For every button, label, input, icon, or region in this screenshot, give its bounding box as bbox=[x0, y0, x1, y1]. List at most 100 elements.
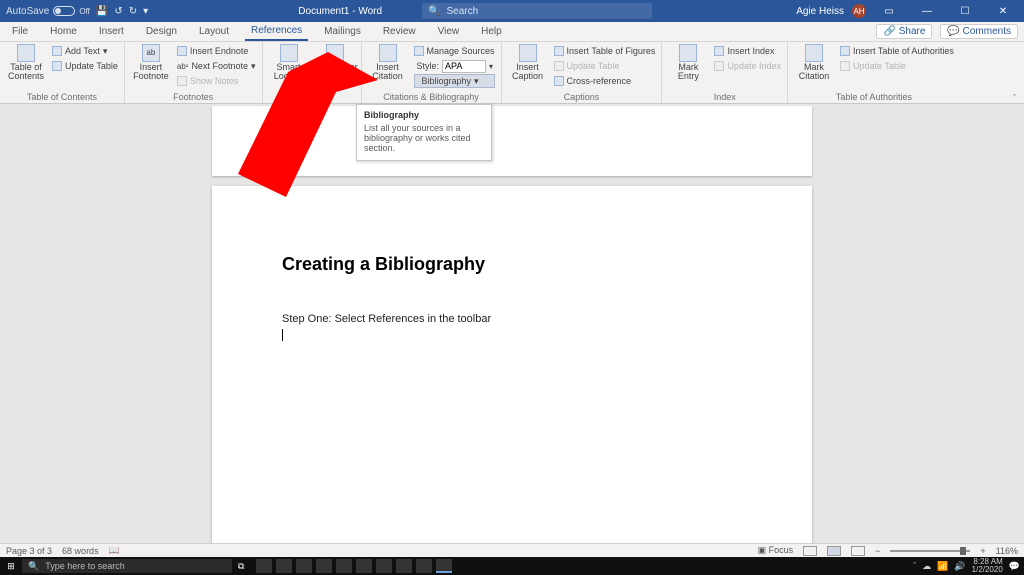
toc-icon bbox=[17, 44, 35, 62]
redo-icon[interactable]: ↻ bbox=[129, 6, 137, 17]
update-authorities-button: Update Table bbox=[840, 59, 954, 73]
tray-cloud-icon[interactable]: ☁ bbox=[922, 561, 931, 572]
tab-view[interactable]: View bbox=[432, 23, 466, 40]
tab-design[interactable]: Design bbox=[140, 23, 183, 40]
document-canvas[interactable]: Creating a Bibliography Step One: Select… bbox=[0, 104, 1024, 545]
tray-volume-icon[interactable]: 🔊 bbox=[954, 561, 965, 572]
taskbar-apps bbox=[256, 559, 452, 573]
collapse-ribbon-icon[interactable]: ˆ bbox=[1005, 42, 1024, 103]
ribbon: Table of Contents Add Text ▾ Update Tabl… bbox=[0, 42, 1024, 104]
mark-entry-button[interactable]: Mark Entry bbox=[668, 44, 708, 82]
tab-home[interactable]: Home bbox=[44, 23, 83, 40]
word-count[interactable]: 68 words bbox=[62, 546, 99, 556]
autosave-toggle[interactable]: AutoSave Off bbox=[6, 6, 90, 17]
app-firefox-icon[interactable] bbox=[276, 559, 292, 573]
tab-help[interactable]: Help bbox=[475, 23, 508, 40]
dropdown-icon[interactable]: ▾ bbox=[489, 62, 493, 71]
group-label: Captions bbox=[508, 91, 656, 103]
manage-sources-button[interactable]: Manage Sources bbox=[414, 44, 495, 58]
refresh-icon bbox=[52, 61, 62, 71]
share-button[interactable]: 🔗 Share bbox=[876, 24, 932, 39]
tooltip-body: List all your sources in a bibliography … bbox=[364, 123, 484, 153]
tab-review[interactable]: Review bbox=[377, 23, 422, 40]
taskbar-search[interactable]: 🔍Type here to search bbox=[22, 559, 232, 573]
app-amazon-icon[interactable] bbox=[316, 559, 332, 573]
start-button[interactable]: ⊞ bbox=[0, 561, 22, 572]
notifications-icon[interactable]: 💬 bbox=[1009, 561, 1020, 572]
search-placeholder: Search bbox=[447, 6, 479, 17]
zoom-slider[interactable] bbox=[890, 550, 970, 552]
style-input[interactable] bbox=[442, 60, 486, 73]
minimize-icon[interactable]: — bbox=[912, 6, 942, 17]
endnote-icon bbox=[177, 46, 187, 56]
undo-icon[interactable]: ↺ bbox=[114, 6, 122, 17]
read-mode-icon[interactable] bbox=[803, 546, 817, 556]
close-icon[interactable]: ✕ bbox=[988, 6, 1018, 17]
zoom-in-icon[interactable]: + bbox=[980, 546, 985, 556]
app-dropbox-icon[interactable] bbox=[356, 559, 372, 573]
mark-citation-button[interactable]: Mark Citation bbox=[794, 44, 834, 82]
qat-more-icon[interactable]: ▾ bbox=[143, 6, 148, 17]
spellcheck-icon[interactable]: 📖 bbox=[109, 545, 120, 556]
instruction-arrow-icon bbox=[218, 52, 378, 202]
app-outlook-icon[interactable] bbox=[396, 559, 412, 573]
system-clock[interactable]: 8:28 AM1/2/2020 bbox=[972, 558, 1003, 574]
app-explorer-icon[interactable] bbox=[296, 559, 312, 573]
app-edge-icon[interactable] bbox=[256, 559, 272, 573]
search-icon: 🔍 bbox=[428, 6, 440, 17]
group-captions: Insert Caption Insert Table of Figures U… bbox=[502, 42, 663, 103]
autosave-switch-icon[interactable] bbox=[53, 6, 75, 16]
comments-button[interactable]: 💬 Comments bbox=[940, 24, 1018, 39]
page-indicator[interactable]: Page 3 of 3 bbox=[6, 546, 52, 556]
tab-insert[interactable]: Insert bbox=[93, 23, 130, 40]
insert-authorities-button[interactable]: Insert Table of Authorities bbox=[840, 44, 954, 58]
tab-layout[interactable]: Layout bbox=[193, 23, 235, 40]
tab-references[interactable]: References bbox=[245, 22, 308, 41]
app-chrome-icon[interactable] bbox=[416, 559, 432, 573]
sources-icon bbox=[414, 46, 424, 56]
cross-reference-button[interactable]: Cross-reference bbox=[554, 74, 656, 88]
document-title: Document1 - Word bbox=[298, 6, 382, 17]
insert-index-button[interactable]: Insert Index bbox=[714, 44, 781, 58]
ribbon-tabs: File Home Insert Design Layout Reference… bbox=[0, 22, 1024, 42]
ribbon-display-icon[interactable]: ▭ bbox=[874, 6, 904, 17]
add-text-button[interactable]: Add Text ▾ bbox=[52, 44, 118, 58]
tray-chevron-icon[interactable]: ˆ bbox=[913, 561, 916, 571]
notes-icon bbox=[177, 76, 187, 86]
zoom-level[interactable]: 116% bbox=[996, 546, 1018, 556]
table-of-contents-button[interactable]: Table of Contents bbox=[6, 44, 46, 82]
tab-file[interactable]: File bbox=[6, 23, 34, 40]
user-name[interactable]: Agie Heiss bbox=[796, 6, 844, 17]
zoom-out-icon[interactable]: − bbox=[875, 546, 880, 556]
print-layout-icon[interactable] bbox=[827, 546, 841, 556]
maximize-icon[interactable]: ☐ bbox=[950, 6, 980, 17]
autosave-state: Off bbox=[79, 7, 90, 16]
citation-style-select[interactable]: Style:▾ bbox=[414, 59, 495, 73]
group-label: Table of Contents bbox=[6, 91, 118, 103]
task-view-icon[interactable]: ⧉ bbox=[238, 561, 244, 572]
ab-icon: ab bbox=[142, 44, 160, 62]
app-spotify-icon[interactable] bbox=[376, 559, 392, 573]
tab-mailings[interactable]: Mailings bbox=[318, 23, 367, 40]
bibliography-button[interactable]: Bibliography ▾ bbox=[414, 74, 495, 88]
user-avatar[interactable]: AH bbox=[852, 4, 866, 18]
tray-wifi-icon[interactable]: 📶 bbox=[937, 561, 948, 572]
text-cursor bbox=[282, 329, 283, 341]
save-icon[interactable]: 💾 bbox=[96, 6, 108, 17]
ab-small-icon: ab¹ bbox=[177, 62, 189, 71]
title-bar: AutoSave Off 💾 ↺ ↻ ▾ Document1 - Word 🔍 … bbox=[0, 0, 1024, 22]
insert-footnote-button[interactable]: abInsert Footnote bbox=[131, 44, 171, 82]
group-index: Mark Entry Insert Index Update Index Ind… bbox=[662, 42, 788, 103]
index-icon bbox=[714, 46, 724, 56]
authorities-icon bbox=[840, 46, 850, 56]
insert-table-figures-button[interactable]: Insert Table of Figures bbox=[554, 44, 656, 58]
app-word-icon[interactable] bbox=[436, 559, 452, 573]
tell-me-search[interactable]: 🔍 Search bbox=[422, 3, 652, 19]
update-toc-button[interactable]: Update Table bbox=[52, 59, 118, 73]
app-store-icon[interactable] bbox=[336, 559, 352, 573]
insert-caption-button[interactable]: Insert Caption bbox=[508, 44, 548, 82]
document-page[interactable]: Creating a Bibliography Step One: Select… bbox=[212, 186, 812, 545]
focus-mode-button[interactable]: ▣ Focus bbox=[758, 545, 794, 556]
web-layout-icon[interactable] bbox=[851, 546, 865, 556]
group-label: Table of Authorities bbox=[794, 91, 954, 103]
